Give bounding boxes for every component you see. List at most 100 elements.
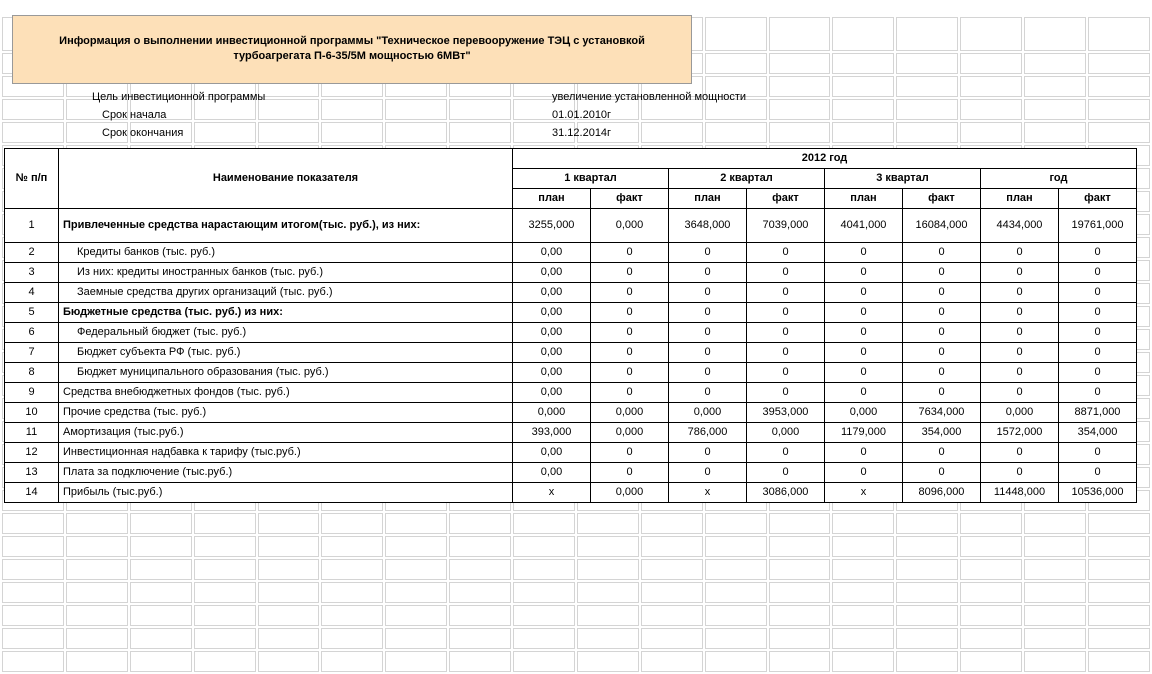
cell-q2f: 0,000 (747, 422, 825, 442)
cell-yf: 0 (1059, 242, 1137, 262)
cell-yf: 10536,000 (1059, 482, 1137, 502)
row-name: Заемные средства других организаций (тыс… (59, 282, 513, 302)
row-name: Федеральный бюджет (тыс. руб.) (59, 322, 513, 342)
row-num: 1 (5, 208, 59, 242)
cell-q3p: x (825, 482, 903, 502)
cell-q1p: 0,00 (513, 282, 591, 302)
cell-yf: 354,000 (1059, 422, 1137, 442)
cell-q3f: 16084,000 (903, 208, 981, 242)
header-q3-fact: факт (903, 188, 981, 208)
row-num: 14 (5, 482, 59, 502)
row-name: Кредиты банков (тыс. руб.) (59, 242, 513, 262)
cell-q3f: 0 (903, 302, 981, 322)
cell-q1f: 0 (591, 242, 669, 262)
cell-q1p: 0,00 (513, 342, 591, 362)
cell-q1f: 0 (591, 462, 669, 482)
table-row: 3Из них: кредиты иностранных банков (тыс… (5, 262, 1137, 282)
cell-q2p: 0,000 (669, 402, 747, 422)
cell-q2f: 0 (747, 362, 825, 382)
cell-q3p: 0 (825, 262, 903, 282)
cell-q2p: 3648,000 (669, 208, 747, 242)
cell-q1p: 0,00 (513, 362, 591, 382)
cell-q1f: 0 (591, 442, 669, 462)
cell-q1f: 0 (591, 362, 669, 382)
cell-q1p: x (513, 482, 591, 502)
cell-yp: 0,000 (981, 402, 1059, 422)
cell-q1f: 0,000 (591, 422, 669, 442)
data-table: № п/п Наименование показателя 2012 год 1… (4, 148, 1137, 503)
header-q1-plan: план (513, 188, 591, 208)
cell-q1f: 0,000 (591, 402, 669, 422)
cell-yf: 0 (1059, 262, 1137, 282)
row-num: 13 (5, 462, 59, 482)
cell-q2f: 0 (747, 382, 825, 402)
row-num: 10 (5, 402, 59, 422)
row-name: Прочие средства (тыс. руб.) (59, 402, 513, 422)
table-row: 8Бюджет муниципального образования (тыс.… (5, 362, 1137, 382)
cell-q3p: 0 (825, 342, 903, 362)
row-num: 6 (5, 322, 59, 342)
cell-q3p: 0 (825, 442, 903, 462)
row-name: Привлеченные средства нарастающим итогом… (59, 208, 513, 242)
header-q3: 3 квартал (825, 168, 981, 188)
cell-q3p: 0 (825, 282, 903, 302)
table-row: 11Амортизация (тыс.руб.)393,0000,000786,… (5, 422, 1137, 442)
cell-q1p: 3255,000 (513, 208, 591, 242)
cell-q1p: 0,00 (513, 382, 591, 402)
cell-q2f: 0 (747, 242, 825, 262)
header-year-col: год (981, 168, 1137, 188)
cell-q1f: 0 (591, 382, 669, 402)
meta-goal-value: увеличение установленной мощности (552, 88, 746, 106)
row-num: 8 (5, 362, 59, 382)
cell-q1p: 393,000 (513, 422, 591, 442)
cell-q1f: 0 (591, 282, 669, 302)
cell-yf: 19761,000 (1059, 208, 1137, 242)
meta-start-label: Срок начала (92, 106, 552, 124)
cell-q2f: 3953,000 (747, 402, 825, 422)
meta-section: Цель инвестиционной программы увеличение… (92, 88, 1152, 142)
cell-q2p: 786,000 (669, 422, 747, 442)
row-num: 2 (5, 242, 59, 262)
cell-q2p: 0 (669, 362, 747, 382)
cell-q1p: 0,00 (513, 442, 591, 462)
row-name: Инвестиционная надбавка к тарифу (тыс.ру… (59, 442, 513, 462)
row-name: Бюджет субъекта РФ (тыс. руб.) (59, 342, 513, 362)
cell-q2p: 0 (669, 282, 747, 302)
cell-yf: 8871,000 (1059, 402, 1137, 422)
cell-q2f: 0 (747, 302, 825, 322)
cell-q3f: 7634,000 (903, 402, 981, 422)
cell-yp: 0 (981, 382, 1059, 402)
table-row: 5Бюджетные средства (тыс. руб.) из них:0… (5, 302, 1137, 322)
row-num: 12 (5, 442, 59, 462)
cell-q3f: 0 (903, 382, 981, 402)
header-q3-plan: план (825, 188, 903, 208)
row-num: 9 (5, 382, 59, 402)
cell-q3f: 0 (903, 322, 981, 342)
table-row: 7Бюджет субъекта РФ (тыс. руб.)0,0000000… (5, 342, 1137, 362)
row-num: 4 (5, 282, 59, 302)
cell-q3f: 0 (903, 442, 981, 462)
cell-q3p: 1179,000 (825, 422, 903, 442)
cell-q3f: 0 (903, 462, 981, 482)
row-name: Бюджет муниципального образования (тыс. … (59, 362, 513, 382)
cell-yf: 0 (1059, 342, 1137, 362)
table-row: 2Кредиты банков (тыс. руб.)0,000000000 (5, 242, 1137, 262)
cell-q1f: 0 (591, 322, 669, 342)
cell-q1p: 0,00 (513, 242, 591, 262)
cell-yp: 0 (981, 262, 1059, 282)
meta-start: Срок начала 01.01.2010г (92, 106, 1152, 124)
row-name: Прибыль (тыс.руб.) (59, 482, 513, 502)
table-row: 9Средства внебюджетных фондов (тыс. руб.… (5, 382, 1137, 402)
cell-yf: 0 (1059, 282, 1137, 302)
cell-q2f: 0 (747, 442, 825, 462)
cell-q3p: 0 (825, 322, 903, 342)
cell-q1p: 0,000 (513, 402, 591, 422)
cell-q1p: 0,00 (513, 262, 591, 282)
cell-q2p: 0 (669, 382, 747, 402)
row-name: Средства внебюджетных фондов (тыс. руб.) (59, 382, 513, 402)
cell-yp: 0 (981, 362, 1059, 382)
header-q2-fact: факт (747, 188, 825, 208)
cell-q3p: 0 (825, 242, 903, 262)
table-row: 1Привлеченные средства нарастающим итого… (5, 208, 1137, 242)
cell-q1p: 0,00 (513, 462, 591, 482)
